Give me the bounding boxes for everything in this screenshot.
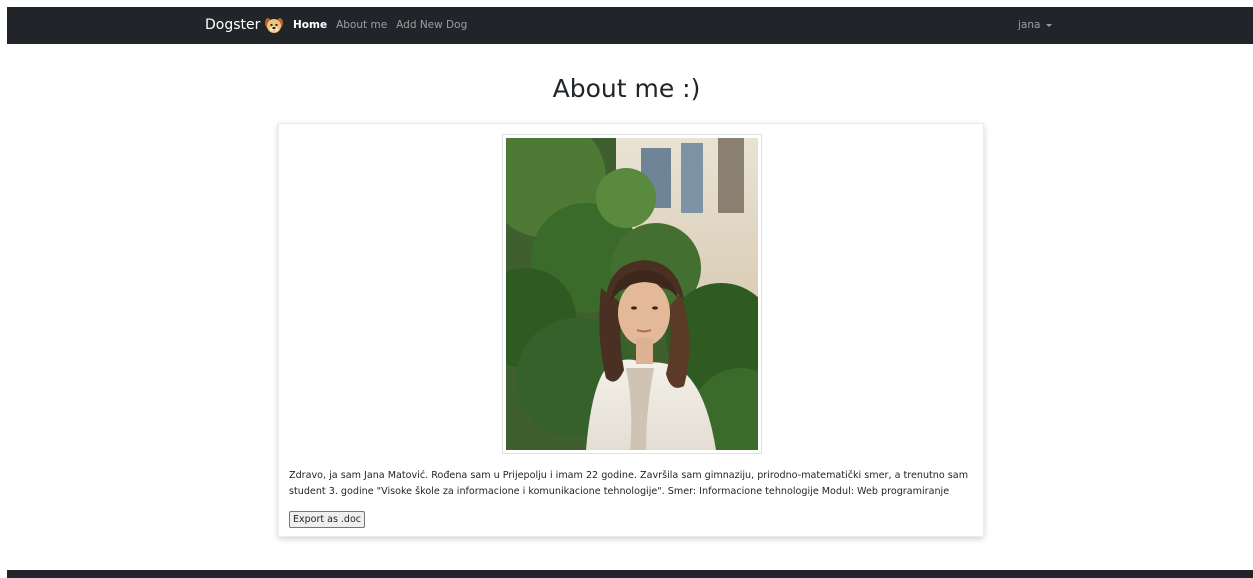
nav-link-add-new-dog[interactable]: Add New Dog (396, 19, 467, 31)
nav-link-about-me[interactable]: About me (336, 19, 387, 31)
about-card: Zdravo, ja sam Jana Matović. Rođena sam … (278, 123, 984, 537)
user-name: jana (1018, 19, 1041, 31)
top-navbar: Dogster Home About me Add New Dog jana (7, 7, 1253, 44)
bio-text: Zdravo, ja sam Jana Matović. Rođena sam … (289, 470, 969, 497)
nav-links: Home About me Add New Dog (293, 19, 467, 31)
dog-face-icon (264, 15, 284, 35)
page-title: About me :) (552, 74, 701, 103)
profile-photo-frame (502, 134, 762, 454)
footer-bar (7, 570, 1253, 578)
brand-link[interactable]: Dogster (205, 15, 284, 35)
caret-down-icon (1046, 23, 1053, 27)
user-dropdown[interactable]: jana (1018, 19, 1053, 31)
brand-name: Dogster (205, 17, 261, 33)
export-doc-button[interactable]: Export as .doc (289, 511, 365, 528)
profile-photo (506, 138, 758, 450)
nav-link-home[interactable]: Home (293, 19, 327, 31)
